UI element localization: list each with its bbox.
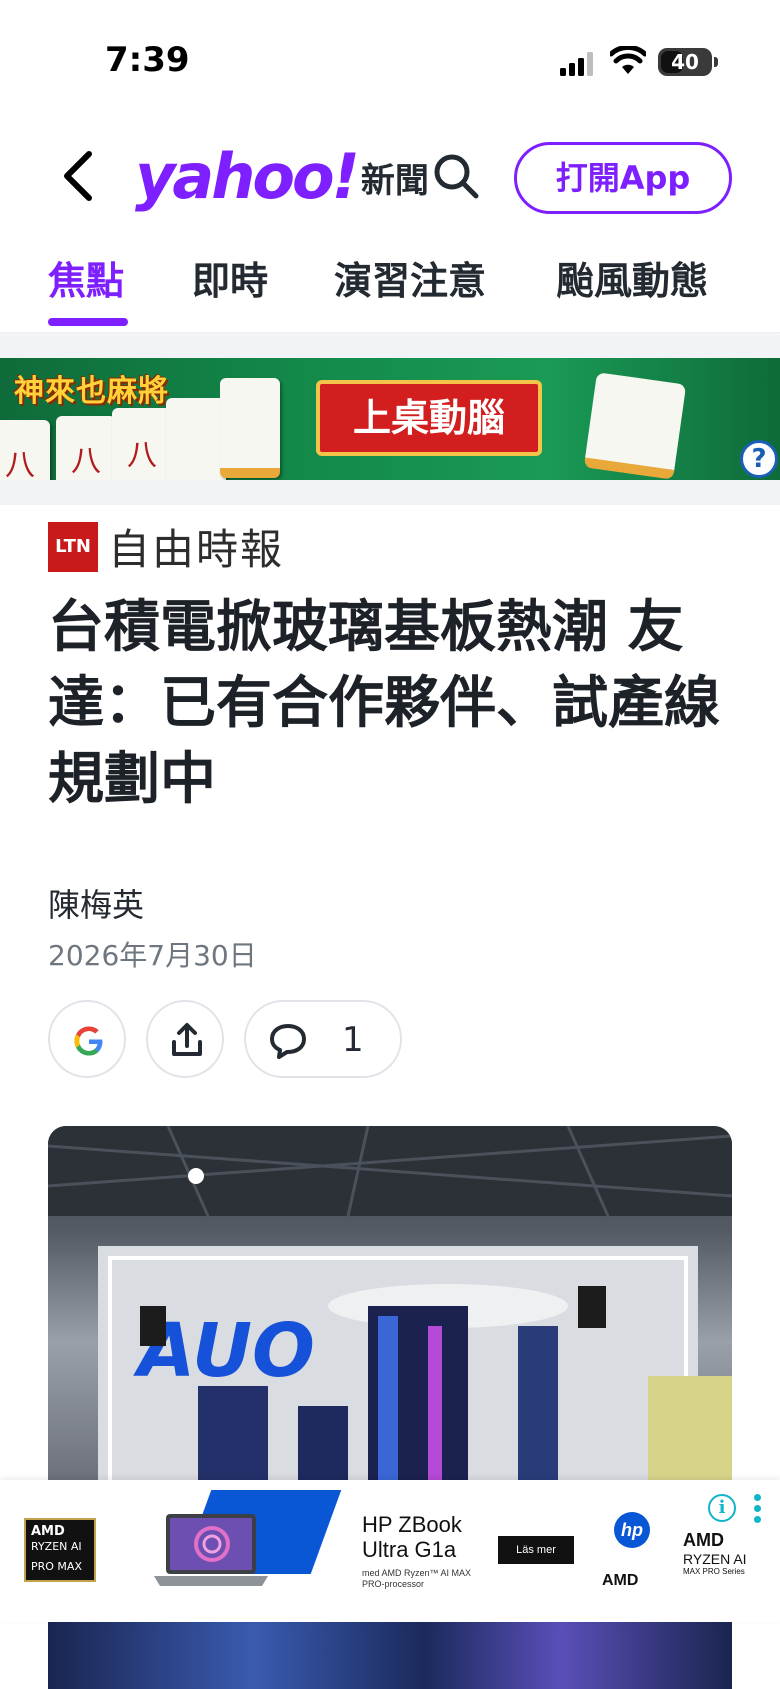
search-button[interactable] <box>430 150 482 202</box>
amd-ryzen-badge: AMD RYZEN AI PRO MAX <box>24 1518 96 1582</box>
article-hero-image-continued <box>48 1622 732 1689</box>
article-date: 2026年7月30日 <box>48 939 257 972</box>
ad-menu-icon[interactable] <box>754 1494 764 1524</box>
laptop-image <box>154 1514 268 1586</box>
mahjong-tile <box>220 378 280 478</box>
open-app-button[interactable]: 打開App <box>514 142 732 214</box>
amd-ryzen-logo: AMD RYZEN AI MAX PRO Series <box>683 1530 747 1576</box>
article-title: 台積電掀玻璃基板熱潮 友達：已有合作夥伴、試產線規劃中 <box>48 595 720 812</box>
ltn-badge: LTN <box>48 521 98 572</box>
status-time: 7:39 <box>105 40 190 80</box>
chevron-left-icon <box>64 151 92 201</box>
ad-info-icon[interactable]: i <box>708 1494 736 1522</box>
battery-level: 40 <box>671 50 699 74</box>
active-tab-indicator <box>48 318 128 326</box>
yahoo-logo: yahoo! <box>135 140 360 213</box>
ad-cta-button[interactable]: 上桌動腦 <box>316 380 542 456</box>
ad-game-logo: 神來也麻將 <box>14 374 169 409</box>
mahjong-tile: 八 <box>0 420 50 480</box>
article-hero-image[interactable]: AUO <box>48 1126 732 1486</box>
ad-read-more-button[interactable]: Läs mer <box>498 1536 574 1564</box>
share-icon <box>172 1023 202 1056</box>
bottom-sticky-ad[interactable]: AMD RYZEN AI PRO MAX HP ZBook Ultra G1a … <box>0 1480 780 1622</box>
signal-icon <box>560 52 593 76</box>
source-logo[interactable]: LTN 自由時報 <box>48 516 284 577</box>
comment-icon <box>270 1024 306 1059</box>
search-icon <box>434 154 479 199</box>
comments-button[interactable]: 1 <box>244 1000 402 1078</box>
status-bar: 7:39 40 <box>0 0 780 120</box>
amd-logo: AMD <box>602 1572 639 1589</box>
auo-booth-photo: AUO <box>48 1126 732 1486</box>
ad-product-name: HP ZBook Ultra G1a <box>362 1512 462 1562</box>
hp-logo: hp <box>614 1512 650 1548</box>
mahjong-tile: 八 <box>56 416 116 480</box>
source-name: 自由時報 <box>108 525 285 574</box>
tab-realtime[interactable]: 即時 <box>192 250 268 305</box>
mahjong-tile-in-hand <box>583 372 687 480</box>
ad-fine-print: med AMD Ryzen™ AI MAX PRO-processor <box>362 1568 472 1589</box>
brand-section-label: 新聞 <box>360 161 429 201</box>
comment-count: 1 <box>342 1020 364 1060</box>
google-button[interactable] <box>48 1000 126 1078</box>
yahoo-news-logo[interactable]: yahoo! 新聞 <box>135 138 429 208</box>
banner-ad[interactable]: 八 八 八 神來也麻將 上桌動腦 <box>0 358 780 480</box>
ad-help-icon[interactable]: ? <box>740 440 778 478</box>
article-author: 陳梅英 <box>48 886 145 924</box>
wifi-icon <box>610 46 646 74</box>
mahjong-tile: 八 <box>112 408 172 480</box>
battery-icon: 40 <box>658 48 712 76</box>
back-button[interactable] <box>55 148 101 204</box>
google-icon <box>74 1026 103 1056</box>
tab-drill-notice[interactable]: 演習注意 <box>334 250 486 305</box>
share-button[interactable] <box>146 1000 224 1078</box>
mahjong-tile <box>166 398 226 480</box>
tab-typhoon[interactable]: 颱風動態 <box>556 250 708 305</box>
battery-tip <box>714 57 718 67</box>
tab-focus[interactable]: 焦點 <box>48 250 124 305</box>
